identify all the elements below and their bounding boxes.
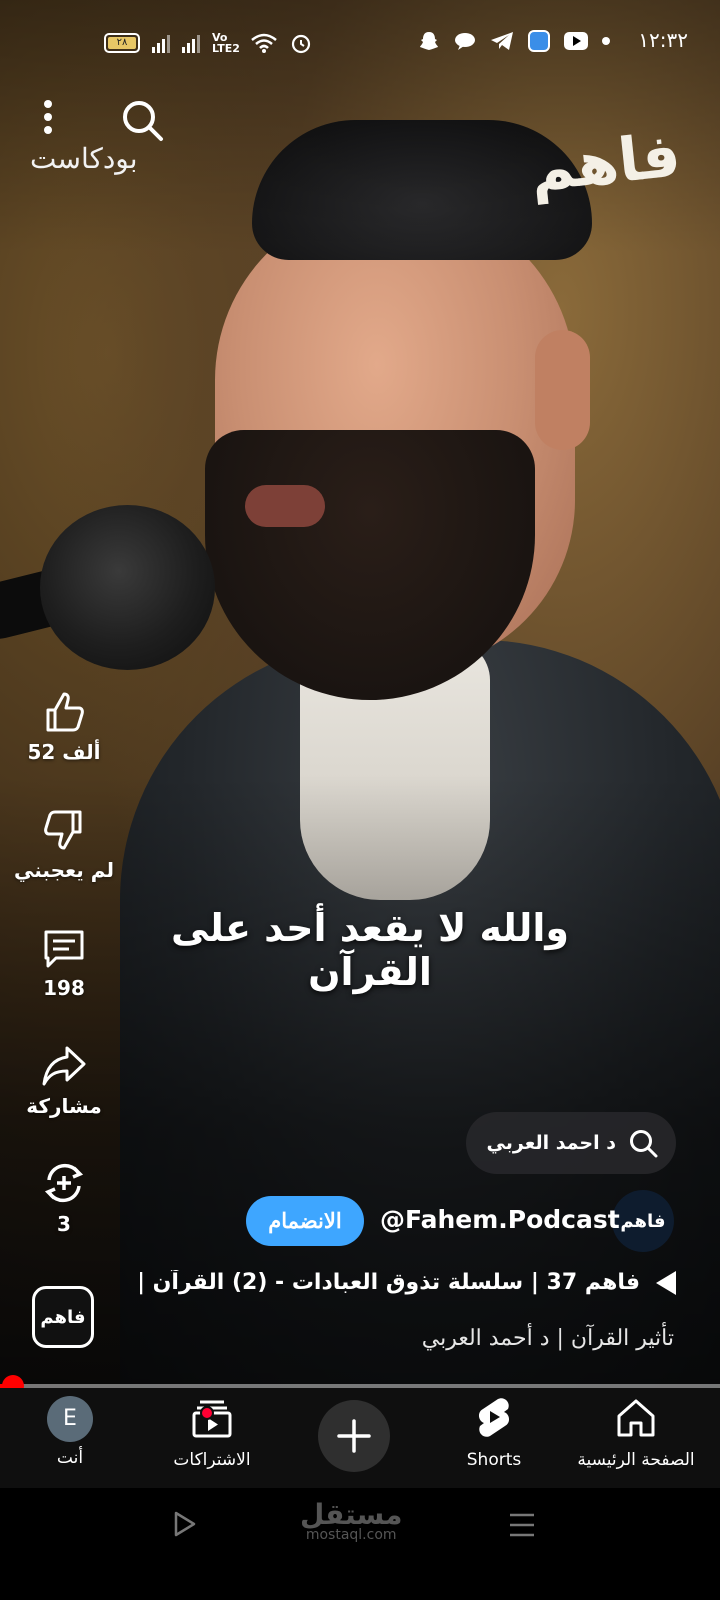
channel-handle[interactable]: @Fahem.Podcast: [380, 1205, 620, 1234]
video-subtitle: تأثير القرآن | د أحمد العربي: [421, 1326, 674, 1351]
comment-count: 198: [43, 976, 85, 1000]
nav-home[interactable]: الصفحة الرئيسية: [566, 1396, 706, 1470]
status-notifications: [418, 30, 610, 52]
telegram-icon: [491, 32, 513, 50]
user-avatar: E: [47, 1396, 93, 1442]
nav-subscriptions-label: الاشتراكات: [173, 1450, 251, 1470]
dislike-label: لم يعجبني: [14, 858, 114, 882]
more-vert-icon[interactable]: [38, 100, 58, 140]
shorts-icon: [478, 1398, 510, 1437]
thumbs-up-icon: [46, 692, 84, 732]
signal-icon: [152, 33, 170, 53]
alarm-icon: [291, 34, 311, 54]
youtube-icon: [564, 32, 588, 50]
snapchat-icon: [420, 32, 438, 50]
nav-shorts-label: Shorts: [466, 1450, 522, 1470]
like-count: 52 ألف: [27, 740, 101, 764]
channel-avatar[interactable]: فاهم: [612, 1190, 674, 1252]
plus-icon: [337, 1419, 371, 1453]
chat-bubble-icon: [455, 33, 475, 50]
battery-icon: ٢٨: [104, 33, 140, 53]
app-notification-icon: [528, 30, 550, 52]
comments-button[interactable]: 198: [14, 926, 114, 1000]
dot-icon: [602, 37, 610, 45]
dislike-button[interactable]: لم يعجبني: [14, 808, 114, 882]
watermark-domain: mostaql.com: [305, 1527, 397, 1543]
wifi-icon: [251, 33, 277, 53]
video-caption: والله لا يقعد أحد على القرآن: [171, 906, 569, 994]
nav-you[interactable]: E أنت: [0, 1396, 140, 1468]
thumbs-down-icon: [44, 810, 82, 850]
nav-shorts[interactable]: Shorts: [424, 1396, 564, 1470]
status-time: ١٢:٣٢: [638, 28, 688, 52]
section-label[interactable]: بودكاست: [30, 142, 138, 175]
search-icon: [630, 1130, 658, 1158]
video-title: فاهم 37 | سلسلة تذوق العبادات - (2) القر…: [140, 1270, 640, 1295]
search-chip-label: د احمد العربي: [486, 1132, 616, 1154]
status-left: ٢٨ Vo LTE2: [104, 32, 312, 54]
remix-count: 3: [57, 1212, 71, 1236]
subscriptions-icon: [192, 1400, 232, 1438]
watermark: مستقل mostaql.com: [300, 1498, 402, 1543]
nav-home-label: الصفحة الرئيسية: [577, 1450, 695, 1470]
comment-icon: [44, 930, 84, 968]
back-triangle-icon[interactable]: [172, 1510, 198, 1538]
share-label: مشاركة: [26, 1094, 102, 1118]
nav-subscriptions[interactable]: الاشتراكات: [142, 1396, 282, 1470]
share-button[interactable]: مشاركة: [14, 1044, 114, 1118]
search-icon[interactable]: [120, 98, 164, 142]
volte-icon: Vo LTE2: [212, 31, 240, 55]
play-icon: [656, 1270, 676, 1295]
notification-dot: [200, 1406, 214, 1420]
sound-album-thumbnail[interactable]: فاهم: [32, 1286, 94, 1348]
nav-you-label: أنت: [56, 1448, 84, 1468]
video-title-row[interactable]: فاهم 37 | سلسلة تذوق العبادات - (2) القر…: [140, 1270, 676, 1295]
subscribe-button[interactable]: الانضمام: [246, 1196, 364, 1246]
remix-button[interactable]: 3: [14, 1160, 114, 1236]
signal-icon-2: [182, 33, 200, 53]
remix-icon: [44, 1163, 84, 1203]
menu-lines-icon[interactable]: [508, 1512, 536, 1538]
share-icon: [42, 1046, 86, 1086]
like-button[interactable]: 52 ألف: [14, 690, 114, 764]
system-navigation: مستقل mostaql.com: [0, 1488, 720, 1600]
home-icon: [617, 1399, 655, 1437]
bottom-navigation: الصفحة الرئيسية Shorts الاشتراكات E أنت: [0, 1388, 720, 1488]
related-search-chip[interactable]: د احمد العربي: [466, 1112, 676, 1174]
status-bar: ٢٨ Vo LTE2 ١٢:٣٢: [0, 28, 720, 64]
create-button[interactable]: [318, 1400, 390, 1472]
